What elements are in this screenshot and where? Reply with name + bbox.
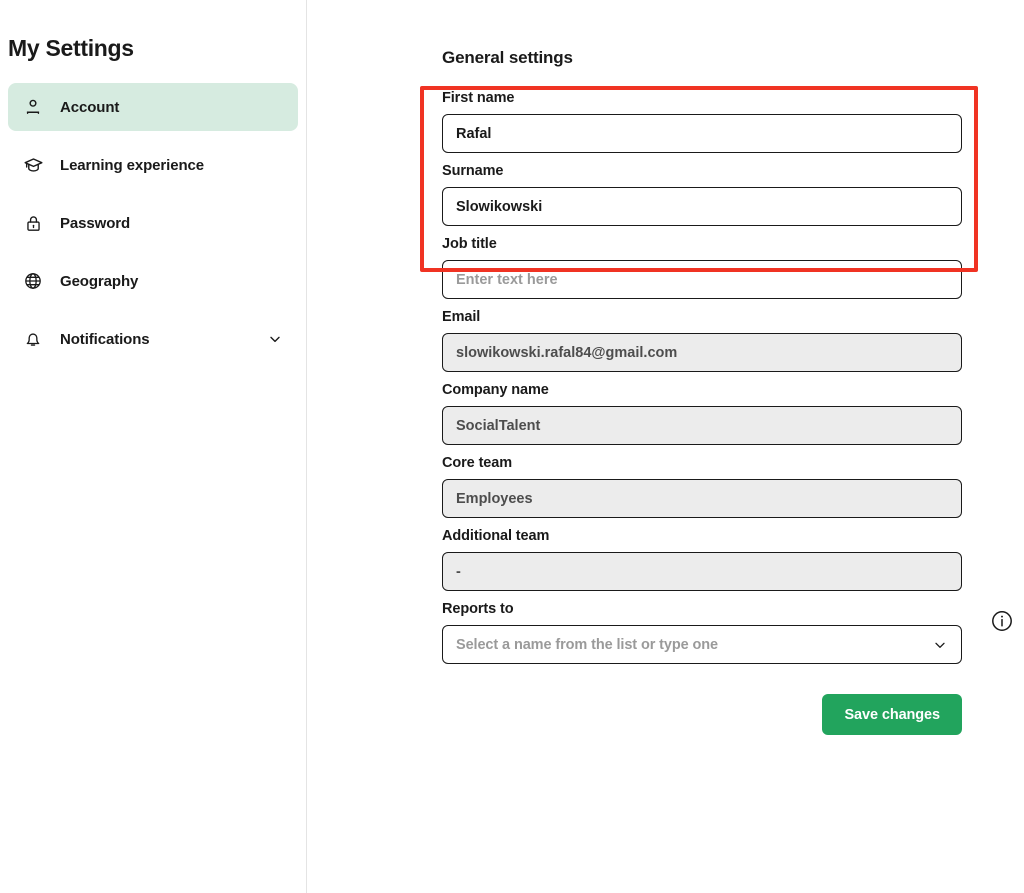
field-job-title: Job title <box>442 236 1002 299</box>
reports-to-select-wrapper: Select a name from the list or type one <box>442 625 962 664</box>
sidebar-item-notifications[interactable]: Notifications <box>8 315 298 363</box>
graduation-cap-icon <box>22 154 44 176</box>
first-name-input[interactable] <box>442 114 962 153</box>
field-additional-team: Additional team <box>442 528 1002 591</box>
settings-page: My Settings Account Learning experience … <box>0 0 1024 893</box>
sidebar-item-label: Account <box>60 98 120 116</box>
field-email: Email <box>442 309 1002 372</box>
field-surname: Surname <box>442 163 1002 226</box>
additional-team-label: Additional team <box>442 528 550 544</box>
reports-to-label: Reports to <box>442 601 514 617</box>
bell-icon <box>22 328 44 350</box>
job-title-label: Job title <box>442 236 497 252</box>
job-title-input[interactable] <box>442 260 962 299</box>
globe-icon <box>22 270 44 292</box>
form-actions: Save changes <box>442 694 962 735</box>
field-company-name: Company name <box>442 382 1002 445</box>
surname-label: Surname <box>442 163 504 179</box>
page-title: My Settings <box>8 35 134 61</box>
sidebar: My Settings Account Learning experience … <box>0 0 307 893</box>
company-name-label: Company name <box>442 382 549 398</box>
save-changes-button[interactable]: Save changes <box>822 694 962 735</box>
core-team-input <box>442 479 962 518</box>
section-title: General settings <box>442 48 573 67</box>
first-name-label: First name <box>442 90 515 106</box>
field-first-name: First name <box>442 90 1002 153</box>
sidebar-item-password[interactable]: Password <box>8 199 298 247</box>
field-core-team: Core team <box>442 455 1002 518</box>
sidebar-item-learning-experience[interactable]: Learning experience <box>8 141 298 189</box>
core-team-label: Core team <box>442 455 513 471</box>
lock-icon <box>22 212 44 234</box>
reports-to-select[interactable]: Select a name from the list or type one <box>442 625 962 664</box>
company-name-input <box>442 406 962 445</box>
surname-input[interactable] <box>442 187 962 226</box>
reports-to-selected-value: Select a name from the list or type one <box>456 636 719 653</box>
sidebar-item-label: Notifications <box>60 330 150 348</box>
sidebar-item-account[interactable]: Account <box>8 83 298 131</box>
sidebar-nav: Account Learning experience Password Geo… <box>0 83 306 363</box>
field-reports-to: Reports to Select a name from the list o… <box>442 601 1012 664</box>
email-label: Email <box>442 309 481 325</box>
info-icon[interactable] <box>990 609 1014 633</box>
sidebar-item-geography[interactable]: Geography <box>8 257 298 305</box>
additional-team-input <box>442 552 962 591</box>
main-content: General settings First name Surname Job … <box>307 0 1024 893</box>
email-input <box>442 333 962 372</box>
chevron-down-icon[interactable] <box>266 330 284 348</box>
general-settings-form: General settings First name Surname Job … <box>442 0 1012 735</box>
user-icon <box>22 96 44 118</box>
sidebar-item-label: Password <box>60 214 131 232</box>
sidebar-item-label: Learning experience <box>60 156 204 174</box>
sidebar-item-label: Geography <box>60 272 139 290</box>
